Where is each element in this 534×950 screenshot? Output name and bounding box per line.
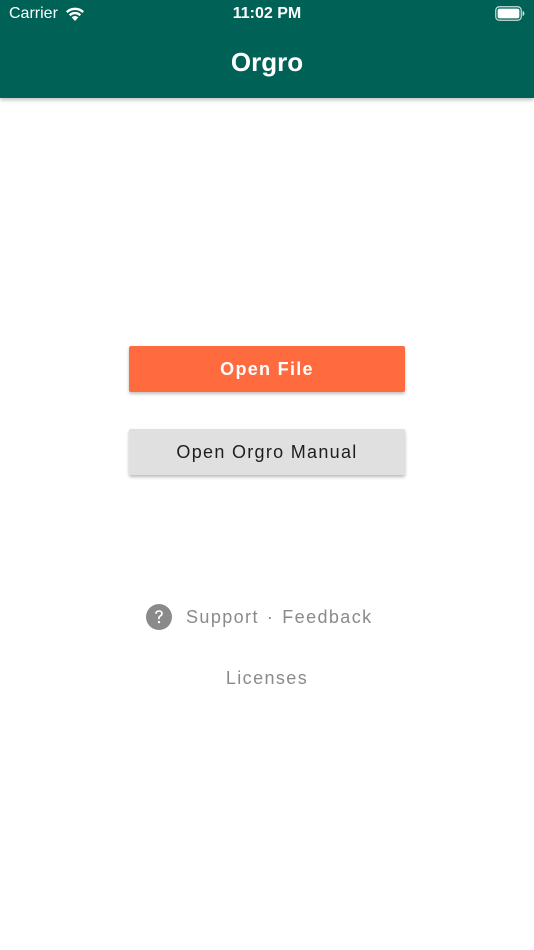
app-screen: Carrier 11:02 PM Orgro Open File Open Or…: [0, 0, 534, 950]
licenses-link[interactable]: Licenses: [226, 668, 308, 688]
support-link[interactable]: Support: [186, 607, 259, 628]
link-separator: ·: [266, 606, 275, 627]
status-bar: Carrier 11:02 PM: [0, 0, 534, 28]
open-manual-button[interactable]: Open Orgro Manual: [129, 429, 405, 475]
page-title: Orgro: [230, 47, 304, 77]
open-file-button[interactable]: Open File: [129, 346, 405, 392]
app-header: Carrier 11:02 PM Orgro: [0, 0, 534, 98]
feedback-link[interactable]: Feedback: [282, 607, 372, 628]
battery-full-icon: [495, 6, 525, 21]
support-feedback-row: Support · Feedback: [146, 604, 373, 630]
licenses-row: Licenses: [0, 668, 534, 689]
status-time: 11:02 PM: [232, 5, 302, 22]
question-circle-icon[interactable]: [146, 604, 172, 630]
